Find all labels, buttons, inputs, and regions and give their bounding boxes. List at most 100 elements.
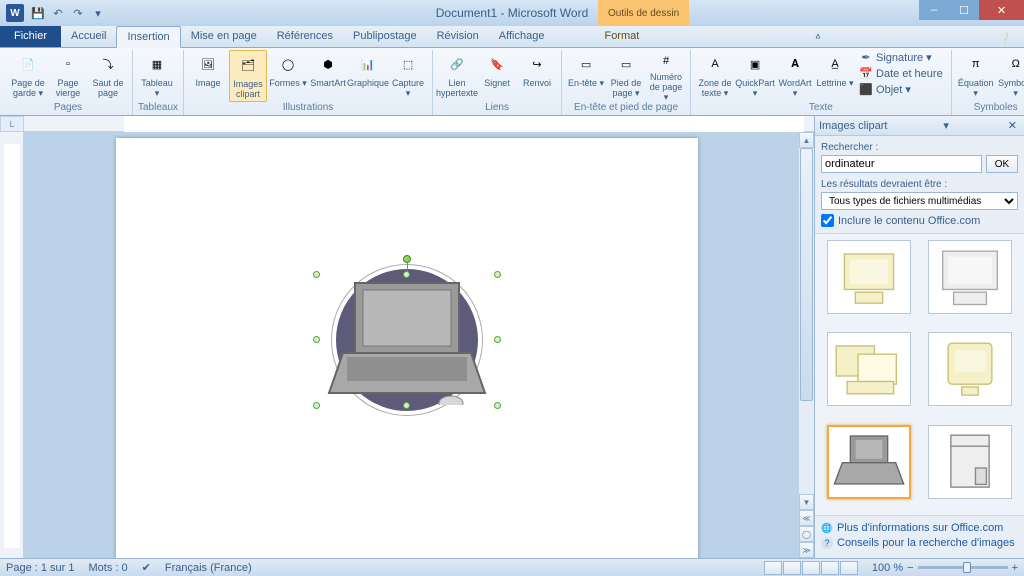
zoom-out-button[interactable]: − <box>907 562 913 574</box>
ribbon-button[interactable]: πÉquation ▾ <box>957 50 995 102</box>
laptop-clipart-selection[interactable] <box>317 275 497 405</box>
word-count[interactable]: Mots : 0 <box>89 562 128 574</box>
ribbon-button[interactable]: ▭Pied de page ▾ <box>607 50 645 102</box>
vertical-ruler[interactable] <box>0 132 24 558</box>
search-ok-button[interactable]: OK <box>986 155 1018 173</box>
scroll-thumb[interactable] <box>800 148 813 401</box>
scroll-down-icon[interactable]: ▼ <box>799 494 814 510</box>
ribbon-small-button[interactable]: 📅Date et heure <box>856 66 946 81</box>
clipart-pane: Images clipart ▾ ✕ Rechercher : OK Les r… <box>814 116 1024 558</box>
include-office-checkbox[interactable]: Inclure le contenu Office.com <box>821 214 1018 227</box>
clipart-thumb[interactable] <box>928 332 1012 406</box>
resize-handle-w[interactable] <box>313 336 320 343</box>
ribbon-button[interactable]: AZone de texte ▾ <box>696 50 734 102</box>
ribbon-icon: ▦ <box>145 52 169 76</box>
resize-handle-e[interactable] <box>494 336 501 343</box>
web-view[interactable] <box>802 561 820 575</box>
resize-handle-n[interactable] <box>403 271 410 278</box>
zoom-slider[interactable] <box>918 566 1008 569</box>
draft-view[interactable] <box>840 561 858 575</box>
tab-affichage[interactable]: Affichage <box>489 25 555 47</box>
ribbon-icon: ▣ <box>743 52 767 76</box>
ribbon-button[interactable]: A̲Lettrine ▾ <box>816 50 854 102</box>
print-layout-view[interactable] <box>764 561 782 575</box>
page-status[interactable]: Page : 1 sur 1 <box>6 562 75 574</box>
resize-handle-sw[interactable] <box>313 402 320 409</box>
ribbon-button[interactable]: 📊Graphique <box>349 50 387 102</box>
undo-button[interactable]: ↶ <box>50 5 66 21</box>
fullscreen-view[interactable] <box>783 561 801 575</box>
scroll-up-icon[interactable]: ▲ <box>799 132 814 148</box>
ribbon-button[interactable]: 𝐀WordArt ▾ <box>776 50 814 102</box>
clipart-thumb[interactable] <box>928 425 1012 499</box>
proofing-icon[interactable]: ✔ <box>142 561 151 574</box>
tab-references[interactable]: Références <box>267 25 343 47</box>
ribbon-button[interactable]: ⤵Saut de page <box>89 50 127 102</box>
maximize-button[interactable]: ☐ <box>949 0 979 20</box>
resize-handle-s[interactable] <box>403 402 410 409</box>
ribbon-button[interactable]: ⬚Capture ▾ <box>389 50 427 102</box>
next-page-icon[interactable]: ≫ <box>799 542 814 558</box>
ribbon-button[interactable]: ⬢SmartArt <box>309 50 347 102</box>
zoom-in-button[interactable]: + <box>1012 562 1018 574</box>
ribbon-button[interactable]: ◯Formes ▾ <box>269 50 307 102</box>
tab-revision[interactable]: Révision <box>427 25 489 47</box>
clipart-thumb[interactable] <box>827 332 911 406</box>
ribbon-button[interactable]: ↪Renvoi <box>518 50 556 102</box>
prev-page-icon[interactable]: ≪ <box>799 510 814 526</box>
ribbon-button[interactable]: ▣QuickPart ▾ <box>736 50 774 102</box>
tab-publipostage[interactable]: Publipostage <box>343 25 427 47</box>
document-area[interactable] <box>24 132 814 558</box>
tab-mise-en-page[interactable]: Mise en page <box>181 25 267 47</box>
rotate-handle[interactable] <box>403 255 411 263</box>
ribbon-button[interactable]: ▦Tableau ▾ <box>138 50 176 102</box>
office-link[interactable]: 🌐Plus d'informations sur Office.com <box>821 522 1018 534</box>
browse-object-icon[interactable]: ◯ <box>799 526 814 542</box>
ribbon-label: Renvoi <box>523 78 551 88</box>
ribbon-button[interactable]: #Numéro de page ▾ <box>647 50 685 102</box>
minimize-button[interactable]: – <box>919 0 949 20</box>
ribbon-button[interactable]: 🗂Images clipart <box>229 50 267 102</box>
pane-header[interactable]: Images clipart ▾ ✕ <box>815 116 1024 136</box>
close-button[interactable]: ✕ <box>979 0 1024 20</box>
ribbon-button[interactable]: 🔖Signet <box>478 50 516 102</box>
clipart-thumb[interactable] <box>827 425 911 499</box>
outline-view[interactable] <box>821 561 839 575</box>
ribbon-minimize-icon[interactable]: ᐞ <box>809 30 827 47</box>
save-button[interactable]: 💾 <box>30 5 46 21</box>
tips-link[interactable]: ?Conseils pour la recherche d'images <box>821 537 1018 549</box>
pane-close-icon[interactable]: ✕ <box>1005 119 1020 132</box>
clipart-thumb[interactable] <box>827 240 911 314</box>
ribbon-button[interactable]: ▭En-tête ▾ <box>567 50 605 102</box>
resize-handle-ne[interactable] <box>494 271 501 278</box>
ribbon-button[interactable]: ▫Page vierge <box>49 50 87 102</box>
ribbon-small-button[interactable]: ⬛Objet ▾ <box>856 82 946 97</box>
resize-handle-nw[interactable] <box>313 271 320 278</box>
ribbon-small-button[interactable]: ✒Signature ▾ <box>856 50 946 65</box>
qat-customize-icon[interactable]: ▾ <box>90 5 106 21</box>
ribbon-button[interactable]: 🖼Image <box>189 50 227 102</box>
help-icon[interactable]: ❔ <box>992 30 1018 47</box>
ribbon-button[interactable]: 📄Page de garde ▾ <box>9 50 47 102</box>
tab-accueil[interactable]: Accueil <box>61 25 116 47</box>
search-input[interactable] <box>821 155 982 173</box>
redo-button[interactable]: ↷ <box>70 5 86 21</box>
clipart-thumb[interactable] <box>928 240 1012 314</box>
ribbon-button[interactable]: ΩSymbole ▾ <box>997 50 1024 102</box>
ruler-corner: L <box>0 116 24 132</box>
horizontal-ruler[interactable] <box>24 116 814 132</box>
language-status[interactable]: Français (France) <box>165 562 252 574</box>
include-office-input[interactable] <box>821 214 834 227</box>
page[interactable] <box>116 138 698 558</box>
resize-handle-se[interactable] <box>494 402 501 409</box>
vertical-scrollbar[interactable]: ▲ ▼ ≪ ◯ ≫ <box>798 132 814 558</box>
ribbon-button[interactable]: 🔗Lien hypertexte <box>438 50 476 102</box>
pane-menu-icon[interactable]: ▾ <box>940 119 952 132</box>
tab-insertion[interactable]: Insertion <box>116 26 180 48</box>
quick-access-toolbar: 💾 ↶ ↷ ▾ <box>30 5 106 21</box>
tab-format[interactable]: Format <box>594 25 649 47</box>
media-type-select[interactable]: Tous types de fichiers multimédias <box>821 192 1018 210</box>
zoom-level[interactable]: 100 % <box>872 562 903 574</box>
file-tab[interactable]: Fichier <box>0 25 61 47</box>
zoom-slider-thumb[interactable] <box>963 562 971 573</box>
